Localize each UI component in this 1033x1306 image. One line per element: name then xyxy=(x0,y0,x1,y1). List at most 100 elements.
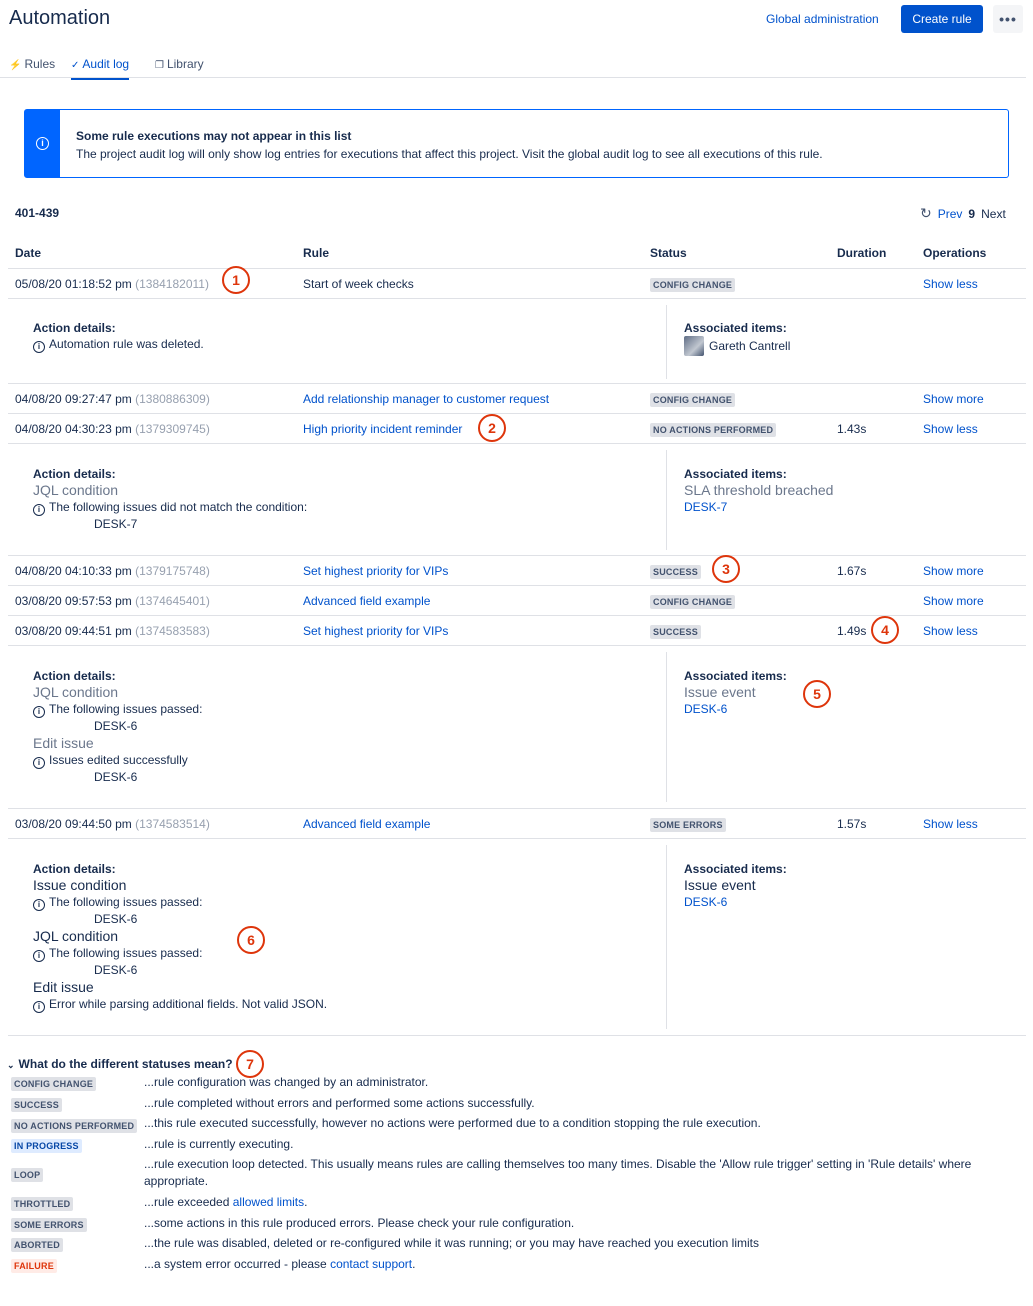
legend-description: ...rule configuration was changed by an … xyxy=(144,1075,429,1089)
legend-description: ...rule exceeded xyxy=(144,1195,233,1209)
column-header-date: Date xyxy=(15,246,42,260)
allowed-limits-link[interactable]: allowed limits xyxy=(233,1195,304,1209)
detail-panel: Action details: JQL condition i The follo… xyxy=(0,646,1026,808)
status-badge: SUCCESS xyxy=(650,625,701,639)
contact-support-link[interactable]: contact support xyxy=(330,1257,412,1271)
show-less-link[interactable]: Show less xyxy=(923,277,978,291)
lightning-icon: ⚡ xyxy=(9,60,22,71)
associated-issue-link[interactable]: DESK-6 xyxy=(684,895,727,909)
show-less-link[interactable]: Show less xyxy=(923,422,978,436)
callout-marker: 3 xyxy=(712,555,740,583)
row-execution-id: (1379175748) xyxy=(135,564,210,578)
associated-heading: SLA threshold breached xyxy=(684,482,834,498)
legend-status-badge: IN PROGRESS xyxy=(11,1139,82,1153)
row-date: 03/08/20 09:44:50 pm xyxy=(15,817,132,831)
associated-items-label: Associated items: xyxy=(684,862,787,876)
action-heading: JQL condition xyxy=(33,482,119,498)
row-duration: 1.67s xyxy=(837,564,867,578)
legend-status-badge: CONFIG CHANGE xyxy=(11,1077,97,1091)
next-page-link[interactable]: Next xyxy=(981,207,1006,221)
row-duration: 1.57s xyxy=(837,817,867,831)
legend-description: ...some actions in this rule produced er… xyxy=(144,1216,575,1230)
action-message: The following issues passed: xyxy=(49,895,203,909)
associated-items-label: Associated items: xyxy=(684,669,787,683)
row-execution-id: (1384182011) xyxy=(135,277,209,291)
tab-library[interactable]: ❐ Library xyxy=(155,57,204,71)
action-details-label: Action details: xyxy=(33,321,116,335)
callout-marker: 5 xyxy=(803,680,831,708)
legend-description: ...rule completed without errors and per… xyxy=(144,1096,535,1110)
associated-items-label: Associated items: xyxy=(684,321,787,335)
tab-rules[interactable]: ⚡ Rules xyxy=(9,57,55,71)
row-date: 04/08/20 09:27:47 pm xyxy=(15,392,132,406)
status-badge: CONFIG CHANGE xyxy=(650,595,736,609)
table-row: 04/08/20 04:30:23 pm (1379309745) High p… xyxy=(0,414,1026,442)
page-title: Automation xyxy=(9,7,111,29)
tab-audit-log[interactable]: ✓ Audit log xyxy=(71,57,130,80)
row-date: 05/08/20 01:18:52 pm xyxy=(15,277,132,291)
show-less-link[interactable]: Show less xyxy=(923,624,978,638)
associated-issue-link[interactable]: DESK-7 xyxy=(684,500,727,514)
info-icon: i xyxy=(33,1001,45,1013)
info-icon: i xyxy=(36,137,49,150)
row-rule-link[interactable]: Set highest priority for VIPs xyxy=(303,564,448,578)
associated-heading: Issue event xyxy=(684,684,756,700)
copy-icon: ❐ xyxy=(155,60,164,71)
prev-page-link[interactable]: Prev xyxy=(938,207,963,221)
row-duration: 1.43s xyxy=(837,422,867,436)
info-icon: i xyxy=(33,504,45,516)
refresh-icon[interactable]: ↻ xyxy=(920,205,932,221)
status-badge: CONFIG CHANGE xyxy=(650,393,736,407)
info-icon: i xyxy=(33,706,45,718)
action-message: Error while parsing additional fields. N… xyxy=(49,997,328,1011)
global-administration-link[interactable]: Global administration xyxy=(766,12,879,26)
current-page: 9 xyxy=(968,207,976,221)
associated-issue-link[interactable]: DESK-6 xyxy=(684,702,727,716)
legend-status-badge: NO ACTIONS PERFORMED xyxy=(11,1119,138,1133)
row-rule-link[interactable]: High priority incident reminder xyxy=(303,422,462,436)
action-details-label: Action details: xyxy=(33,467,116,481)
row-rule-link[interactable]: Advanced field example xyxy=(303,817,430,831)
legend-description: ...rule is currently executing. xyxy=(144,1137,294,1151)
row-execution-id: (1374583514) xyxy=(135,817,210,831)
legend-description: ...rule execution loop detected. This us… xyxy=(144,1157,972,1188)
row-rule-link[interactable]: Add relationship manager to customer req… xyxy=(303,392,549,406)
status-legend-toggle[interactable]: ⌄ What do the different statuses mean? xyxy=(7,1057,233,1071)
legend-status-badge: LOOP xyxy=(11,1168,44,1182)
legend-description: ...this rule executed successfully, howe… xyxy=(144,1116,761,1130)
info-icon: i xyxy=(33,899,45,911)
status-badge: SOME ERRORS xyxy=(650,818,726,832)
row-rule-link[interactable]: Advanced field example xyxy=(303,594,430,608)
pagination: ↻ Prev 9 Next xyxy=(920,205,1006,222)
create-rule-button[interactable]: Create rule xyxy=(901,5,983,33)
legend-status-badge: THROTTLED xyxy=(11,1197,74,1211)
row-execution-id: (1374645401) xyxy=(135,594,210,608)
column-header-duration: Duration xyxy=(837,246,887,260)
detail-panel: Action details: JQL condition i The follo… xyxy=(0,444,1026,555)
action-heading: JQL condition xyxy=(33,684,119,700)
show-less-link[interactable]: Show less xyxy=(923,817,978,831)
issue-key: DESK-6 xyxy=(94,719,138,733)
row-execution-id: (1379309745) xyxy=(135,422,210,436)
action-message: Issues edited successfully xyxy=(49,753,188,767)
banner-title: Some rule executions may not appear in t… xyxy=(76,129,352,143)
action-details-label: Action details: xyxy=(33,862,116,876)
action-heading: JQL condition xyxy=(33,928,119,944)
row-rule-link[interactable]: Set highest priority for VIPs xyxy=(303,624,448,638)
info-banner: i Some rule executions may not appear in… xyxy=(24,109,1009,178)
show-more-link[interactable]: Show more xyxy=(923,564,984,578)
table-row: 04/08/20 09:27:47 pm (1380886309) Add re… xyxy=(0,384,1026,412)
show-more-link[interactable]: Show more xyxy=(923,392,984,406)
detail-panel: Action details: i Automation rule was del… xyxy=(0,299,1026,383)
row-date: 04/08/20 04:10:33 pm xyxy=(15,564,132,578)
action-heading: Edit issue xyxy=(33,735,94,751)
associated-person: Gareth Cantrell xyxy=(709,339,791,353)
legend-status-badge: ABORTED xyxy=(11,1238,63,1252)
callout-marker: 2 xyxy=(478,414,506,442)
status-badge: NO ACTIONS PERFORMED xyxy=(650,423,777,437)
row-date: 03/08/20 09:57:53 pm xyxy=(15,594,132,608)
issue-key: DESK-6 xyxy=(94,963,138,977)
table-row: 03/08/20 09:44:50 pm (1374583514) Advanc… xyxy=(0,809,1026,837)
show-more-link[interactable]: Show more xyxy=(923,594,984,608)
more-actions-button[interactable]: ••• xyxy=(993,5,1023,33)
